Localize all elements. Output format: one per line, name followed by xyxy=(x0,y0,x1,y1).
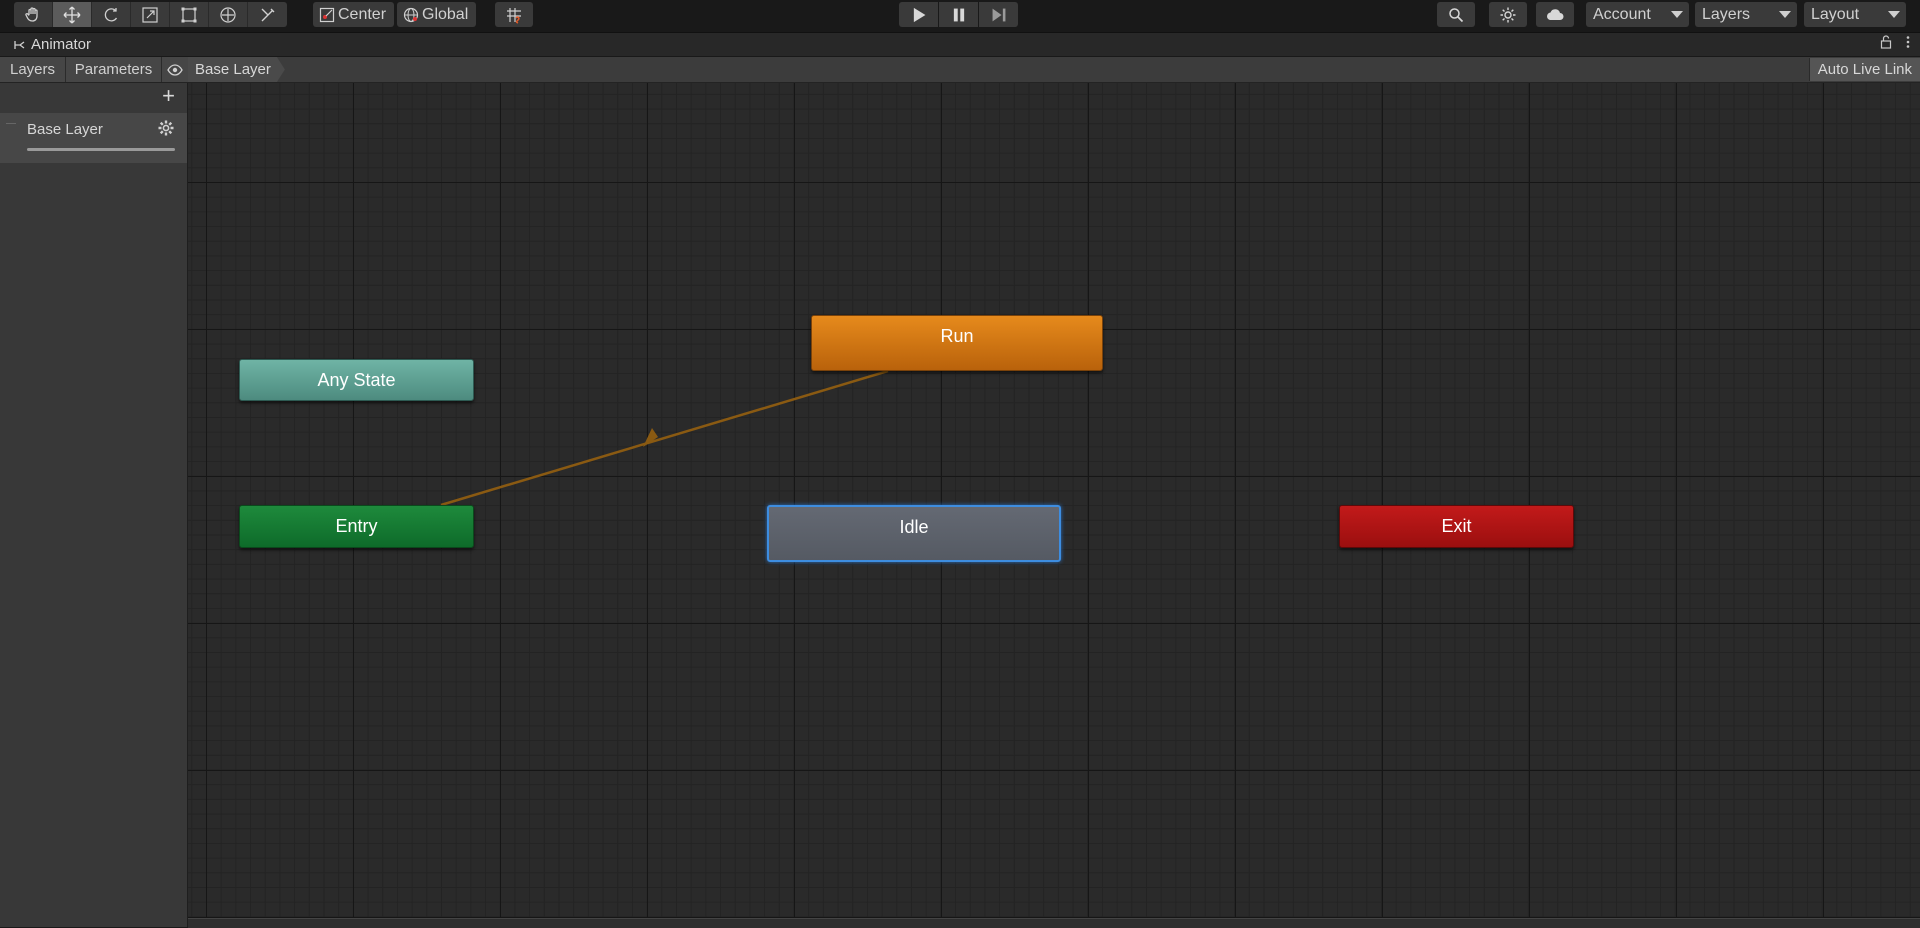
chevron-down-icon xyxy=(1888,11,1900,18)
breadcrumb[interactable]: Base Layer xyxy=(188,57,285,82)
rect-tool-icon[interactable] xyxy=(170,2,209,27)
layers-panel: + Base Layer xyxy=(0,83,188,927)
window-title[interactable]: Animator xyxy=(14,36,91,53)
pivot-icon xyxy=(319,7,335,22)
add-layer-button[interactable]: + xyxy=(162,85,175,107)
account-label: Account xyxy=(1593,5,1651,23)
pause-icon xyxy=(953,8,964,21)
state-idle[interactable]: Idle xyxy=(767,505,1061,562)
pivot-label: Center xyxy=(338,5,387,23)
layer-item[interactable]: Base Layer xyxy=(0,113,187,163)
state-entry[interactable]: Entry xyxy=(239,505,474,548)
space-toggle-button[interactable]: Global xyxy=(397,2,477,27)
window-controls xyxy=(1880,35,1910,49)
space-label: Global xyxy=(422,5,469,23)
animator-tab-row: Layers Parameters Base Layer Auto Live L… xyxy=(0,57,1920,83)
search-icon xyxy=(1449,7,1464,22)
search-button[interactable] xyxy=(1437,2,1475,27)
state-any-state[interactable]: Any State xyxy=(239,359,474,401)
custom-tool-icon[interactable] xyxy=(248,2,287,27)
cloud-button[interactable] xyxy=(1536,2,1574,27)
gear-icon[interactable] xyxy=(157,119,175,137)
scale-tool-icon[interactable] xyxy=(131,2,170,27)
lock-icon[interactable] xyxy=(1880,35,1892,49)
grid-snap-button[interactable] xyxy=(495,2,533,27)
pivot-toggle-button[interactable]: Center xyxy=(313,2,395,27)
tab-layers[interactable]: Layers xyxy=(0,57,66,82)
step-icon xyxy=(992,8,1005,21)
rotate-tool-icon[interactable] xyxy=(92,2,131,27)
eye-icon[interactable] xyxy=(162,57,188,82)
animator-window-tab: Animator xyxy=(0,33,1920,56)
sun-icon xyxy=(1500,7,1516,22)
grid-snap-icon xyxy=(507,7,521,24)
move-tool-icon[interactable] xyxy=(53,2,92,27)
layout-dropdown[interactable]: Layout xyxy=(1804,2,1906,27)
services-button[interactable] xyxy=(1489,2,1527,27)
layer-weight-slider[interactable] xyxy=(27,148,175,151)
auto-live-link-button[interactable]: Auto Live Link xyxy=(1808,58,1920,81)
transform-tool-icon[interactable] xyxy=(209,2,248,27)
main-toolbar: Center Global Account Layers Layout xyxy=(0,0,1920,33)
tab-parameters[interactable]: Parameters xyxy=(66,57,162,82)
state-machine-graph[interactable]: Any State Entry Run Idle Exit xyxy=(188,83,1920,918)
cloud-icon xyxy=(1547,8,1564,20)
layers-label: Layers xyxy=(1702,5,1751,23)
scene-tools-group xyxy=(14,2,287,27)
layers-dropdown[interactable]: Layers xyxy=(1695,2,1797,27)
hand-tool-icon[interactable] xyxy=(14,2,53,27)
chevron-down-icon xyxy=(1779,11,1791,18)
chevron-down-icon xyxy=(1671,11,1683,18)
step-button[interactable] xyxy=(979,2,1018,27)
pause-button[interactable] xyxy=(939,2,978,27)
play-icon xyxy=(913,7,925,22)
playback-controls xyxy=(899,2,1018,27)
window-title-label: Animator xyxy=(31,36,92,53)
globe-icon xyxy=(403,7,419,22)
state-exit[interactable]: Exit xyxy=(1339,505,1574,548)
account-dropdown[interactable]: Account xyxy=(1586,2,1689,27)
more-options-icon[interactable] xyxy=(1906,35,1910,49)
play-button[interactable] xyxy=(899,2,938,27)
drag-handle-icon[interactable] xyxy=(6,123,16,126)
transition-arrow-icon xyxy=(643,428,658,447)
transition-entry-to-run[interactable] xyxy=(188,83,1920,918)
animator-icon xyxy=(14,40,25,49)
layer-name: Base Layer xyxy=(27,121,103,138)
layout-label: Layout xyxy=(1811,5,1860,23)
state-run[interactable]: Run xyxy=(811,315,1103,371)
